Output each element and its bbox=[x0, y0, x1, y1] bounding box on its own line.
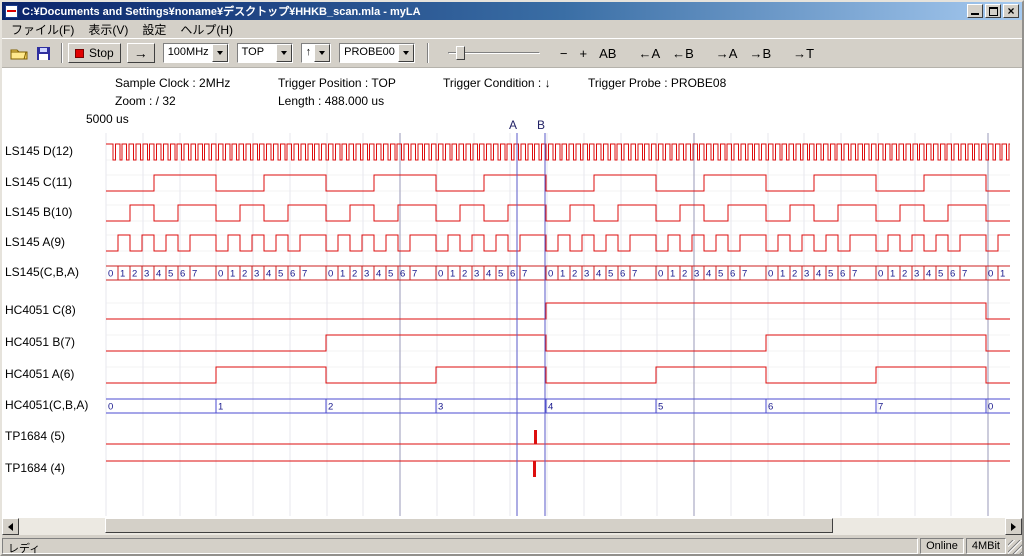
svg-text:3: 3 bbox=[694, 269, 699, 280]
svg-text:A: A bbox=[509, 118, 517, 132]
status-online: Online bbox=[920, 538, 964, 554]
svg-text:2: 2 bbox=[328, 402, 333, 413]
status-memory: 4MBit bbox=[966, 538, 1006, 554]
svg-text:5: 5 bbox=[718, 269, 723, 280]
svg-text:1: 1 bbox=[340, 269, 345, 280]
svg-text:1: 1 bbox=[670, 269, 675, 280]
svg-text:3: 3 bbox=[584, 269, 589, 280]
svg-text:1: 1 bbox=[890, 269, 895, 280]
svg-text:5: 5 bbox=[168, 269, 173, 280]
svg-text:7: 7 bbox=[192, 269, 197, 280]
svg-text:1: 1 bbox=[230, 269, 235, 280]
svg-text:5: 5 bbox=[278, 269, 283, 280]
svg-text:5: 5 bbox=[658, 402, 663, 413]
svg-text:6: 6 bbox=[620, 269, 625, 280]
svg-text:0: 0 bbox=[108, 269, 113, 280]
svg-text:4: 4 bbox=[548, 402, 553, 413]
scroll-left-button[interactable] bbox=[2, 518, 19, 535]
svg-text:2: 2 bbox=[792, 269, 797, 280]
svg-text:0: 0 bbox=[218, 269, 223, 280]
statusbar: レディ Online 4MBit bbox=[2, 536, 1022, 554]
svg-text:5: 5 bbox=[828, 269, 833, 280]
svg-text:1: 1 bbox=[560, 269, 565, 280]
svg-text:1: 1 bbox=[218, 402, 223, 413]
svg-text:2: 2 bbox=[902, 269, 907, 280]
svg-text:3: 3 bbox=[474, 269, 479, 280]
resize-grip[interactable] bbox=[1008, 540, 1022, 554]
svg-text:2: 2 bbox=[682, 269, 687, 280]
svg-text:1: 1 bbox=[120, 269, 125, 280]
svg-text:7: 7 bbox=[522, 269, 527, 280]
svg-text:0: 0 bbox=[988, 269, 993, 280]
svg-text:0: 0 bbox=[328, 269, 333, 280]
svg-text:0: 0 bbox=[878, 269, 883, 280]
svg-text:7: 7 bbox=[742, 269, 747, 280]
svg-text:5: 5 bbox=[388, 269, 393, 280]
svg-text:2: 2 bbox=[242, 269, 247, 280]
svg-text:4: 4 bbox=[376, 269, 381, 280]
svg-text:2: 2 bbox=[462, 269, 467, 280]
svg-text:4: 4 bbox=[596, 269, 601, 280]
svg-text:3: 3 bbox=[914, 269, 919, 280]
svg-text:5: 5 bbox=[938, 269, 943, 280]
svg-text:0: 0 bbox=[988, 402, 993, 413]
svg-text:4: 4 bbox=[486, 269, 491, 280]
svg-text:6: 6 bbox=[290, 269, 295, 280]
status-ready: レディ bbox=[2, 538, 918, 554]
svg-text:3: 3 bbox=[438, 402, 443, 413]
svg-text:7: 7 bbox=[412, 269, 417, 280]
scroll-right-button[interactable] bbox=[1005, 518, 1022, 535]
svg-text:7: 7 bbox=[302, 269, 307, 280]
svg-text:0: 0 bbox=[108, 402, 113, 413]
svg-text:1: 1 bbox=[1000, 269, 1005, 280]
arrow-right-icon bbox=[1011, 523, 1016, 531]
svg-text:6: 6 bbox=[768, 402, 773, 413]
svg-text:6: 6 bbox=[510, 269, 515, 280]
svg-text:7: 7 bbox=[852, 269, 857, 280]
waveform-canvas[interactable]: 0123456701234567012345670123456701234567… bbox=[0, 0, 1024, 556]
svg-text:0: 0 bbox=[438, 269, 443, 280]
svg-text:3: 3 bbox=[364, 269, 369, 280]
svg-text:6: 6 bbox=[400, 269, 405, 280]
scrollbar-track[interactable] bbox=[19, 518, 1005, 535]
arrow-left-icon bbox=[8, 523, 13, 531]
svg-text:6: 6 bbox=[180, 269, 185, 280]
svg-text:4: 4 bbox=[706, 269, 711, 280]
svg-text:0: 0 bbox=[658, 269, 663, 280]
scrollbar-thumb[interactable] bbox=[105, 518, 833, 533]
svg-text:6: 6 bbox=[950, 269, 955, 280]
svg-text:4: 4 bbox=[816, 269, 821, 280]
svg-text:2: 2 bbox=[572, 269, 577, 280]
svg-text:3: 3 bbox=[804, 269, 809, 280]
svg-text:7: 7 bbox=[878, 402, 883, 413]
svg-text:1: 1 bbox=[780, 269, 785, 280]
svg-text:2: 2 bbox=[352, 269, 357, 280]
svg-text:3: 3 bbox=[254, 269, 259, 280]
svg-text:0: 0 bbox=[548, 269, 553, 280]
svg-text:1: 1 bbox=[450, 269, 455, 280]
svg-text:5: 5 bbox=[498, 269, 503, 280]
svg-text:4: 4 bbox=[926, 269, 931, 280]
svg-text:7: 7 bbox=[632, 269, 637, 280]
svg-text:3: 3 bbox=[144, 269, 149, 280]
svg-text:5: 5 bbox=[608, 269, 613, 280]
svg-text:4: 4 bbox=[156, 269, 161, 280]
svg-text:0: 0 bbox=[768, 269, 773, 280]
svg-text:B: B bbox=[537, 118, 545, 132]
svg-text:4: 4 bbox=[266, 269, 271, 280]
svg-text:2: 2 bbox=[132, 269, 137, 280]
svg-text:6: 6 bbox=[840, 269, 845, 280]
svg-text:6: 6 bbox=[730, 269, 735, 280]
app-window: C:¥Documents and Settings¥noname¥デスクトップ¥… bbox=[0, 0, 1024, 556]
horizontal-scrollbar[interactable] bbox=[2, 518, 1022, 535]
svg-text:7: 7 bbox=[962, 269, 967, 280]
